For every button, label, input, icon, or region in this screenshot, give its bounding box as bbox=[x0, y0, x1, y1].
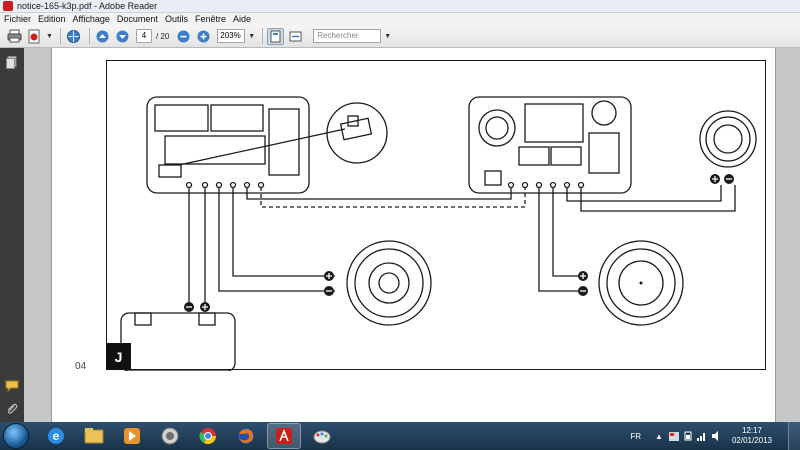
taskbar: e FR ▲ 12:17 02/01/2013 bbox=[0, 422, 800, 450]
menu-document[interactable]: Document bbox=[117, 13, 158, 25]
menu-aide[interactable]: Aide bbox=[233, 13, 251, 25]
menu-edition[interactable]: Edition bbox=[38, 13, 66, 25]
adobe-reader-icon bbox=[3, 1, 13, 11]
pdf-page: 04 J bbox=[51, 48, 776, 422]
start-button[interactable] bbox=[3, 423, 29, 449]
wiring-diagram bbox=[106, 60, 766, 371]
menu-affichage[interactable]: Affichage bbox=[73, 13, 110, 25]
show-desktop-button[interactable] bbox=[788, 422, 800, 450]
crossover-left bbox=[146, 96, 346, 194]
chrome-icon bbox=[199, 428, 217, 445]
chevron-up-icon[interactable]: ▲ bbox=[655, 432, 663, 441]
globe-icon bbox=[66, 29, 80, 43]
adobe-reader-icon bbox=[276, 428, 292, 444]
window-title: notice-165-k3p.pdf - Adobe Reader bbox=[17, 1, 158, 11]
arrow-up-icon bbox=[96, 30, 109, 42]
attachment-icon[interactable] bbox=[5, 403, 18, 416]
adobe-reader-button[interactable] bbox=[267, 423, 301, 449]
printer-icon bbox=[7, 29, 22, 43]
arrow-down-icon bbox=[116, 30, 129, 42]
woofer-left bbox=[346, 240, 432, 326]
firefox-button[interactable] bbox=[229, 423, 263, 449]
chevron-down-icon[interactable]: ▼ bbox=[248, 33, 255, 40]
chrome-button[interactable] bbox=[191, 423, 225, 449]
network-icon[interactable] bbox=[696, 431, 707, 441]
zoom-in-button[interactable] bbox=[195, 28, 212, 45]
clock-time: 12:17 bbox=[741, 426, 762, 435]
page-number-label: 04 bbox=[75, 361, 87, 372]
amplifier-block bbox=[120, 312, 236, 371]
print-button[interactable] bbox=[6, 28, 23, 45]
page-total: / 20 bbox=[155, 31, 170, 41]
next-page-button[interactable] bbox=[114, 28, 131, 45]
folder-icon bbox=[84, 428, 104, 444]
create-button[interactable] bbox=[26, 28, 43, 45]
media-player-button[interactable] bbox=[115, 423, 149, 449]
internet-explorer-icon: e bbox=[48, 428, 64, 444]
svg-text:e: e bbox=[53, 429, 60, 443]
wiring-diagram-drawing bbox=[120, 96, 757, 371]
share-button[interactable] bbox=[65, 28, 82, 45]
previous-page-button[interactable] bbox=[94, 28, 111, 45]
clock-date: 02/01/2013 bbox=[731, 436, 772, 445]
system-tray: FR ▲ 12:17 02/01/2013 bbox=[630, 426, 772, 446]
menu-bar: Fichier Edition Affichage Document Outil… bbox=[0, 13, 800, 25]
itunes-button[interactable] bbox=[153, 423, 187, 449]
figure-label: J bbox=[106, 343, 131, 370]
zoom-level-input[interactable]: 203% bbox=[217, 29, 246, 43]
menu-outils[interactable]: Outils bbox=[165, 13, 188, 25]
chevron-down-icon[interactable]: ▼ bbox=[46, 33, 53, 40]
language-indicator[interactable]: FR bbox=[630, 432, 641, 441]
clock[interactable]: 12:17 02/01/2013 bbox=[732, 426, 772, 446]
search-input[interactable]: Rechercher bbox=[313, 29, 382, 43]
battery-icon[interactable] bbox=[684, 431, 692, 441]
file-explorer-button[interactable] bbox=[77, 423, 111, 449]
tweeter bbox=[699, 110, 757, 168]
fit-page-button[interactable] bbox=[267, 27, 285, 45]
internet-explorer-button[interactable]: e bbox=[39, 423, 73, 449]
flag-icon[interactable] bbox=[668, 431, 679, 441]
itunes-icon bbox=[161, 427, 179, 445]
document-viewport[interactable]: 04 J bbox=[24, 48, 800, 422]
comment-icon[interactable] bbox=[5, 380, 19, 392]
menu-fenetre[interactable]: Fenêtre bbox=[195, 13, 226, 25]
navigation-panel bbox=[0, 48, 24, 422]
fit-width-button[interactable] bbox=[287, 28, 304, 45]
chevron-down-icon[interactable]: ▼ bbox=[384, 33, 391, 40]
fit-page-icon bbox=[270, 30, 281, 42]
page-number-input[interactable]: 4 bbox=[135, 29, 152, 43]
switch-detail bbox=[326, 102, 388, 164]
volume-icon[interactable] bbox=[711, 431, 722, 441]
create-pdf-icon bbox=[28, 29, 40, 43]
firefox-icon bbox=[238, 428, 254, 444]
paint-button[interactable] bbox=[305, 423, 339, 449]
menu-fichier[interactable]: Fichier bbox=[4, 13, 31, 25]
fit-width-icon bbox=[289, 31, 302, 41]
pages-icon[interactable] bbox=[6, 56, 17, 69]
toolbar: ▼ 4 / 20 203% ▼ Rechercher ▼ bbox=[0, 25, 800, 48]
title-bar: notice-165-k3p.pdf - Adobe Reader bbox=[0, 0, 800, 13]
zoom-in-icon bbox=[197, 30, 210, 42]
zoom-out-icon bbox=[177, 30, 190, 42]
media-player-icon bbox=[124, 428, 140, 444]
zoom-out-button[interactable] bbox=[175, 28, 192, 45]
crossover-right bbox=[468, 96, 632, 194]
paint-icon bbox=[313, 430, 331, 444]
